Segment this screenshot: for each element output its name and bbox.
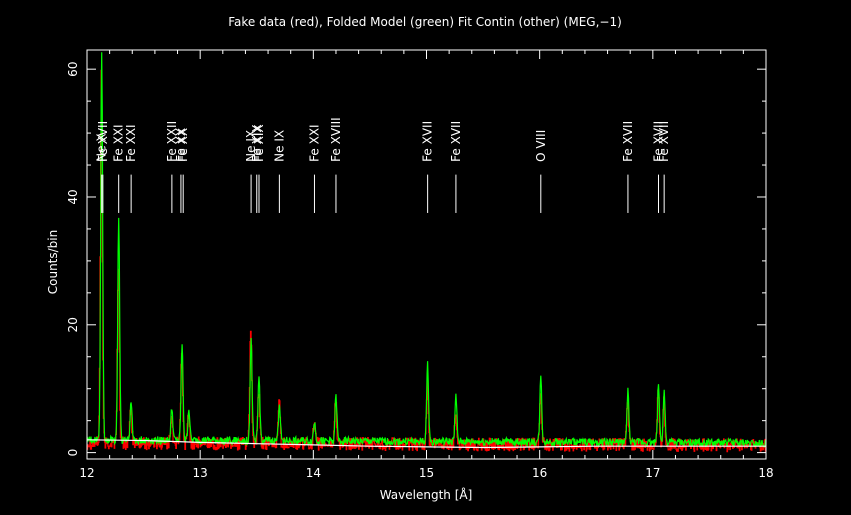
line-id-label: Fe XIX	[252, 124, 266, 161]
line-id-label: Fe XX	[176, 128, 190, 162]
y-axis-label: Counts/bin	[46, 230, 60, 295]
y-tick-label: 60	[66, 62, 80, 77]
y-tick-label: 0	[66, 449, 80, 457]
x-axis-label: Wavelength [Å]	[380, 487, 473, 502]
x-tick-label: 15	[419, 466, 434, 480]
x-tick-label: 18	[758, 466, 773, 480]
x-tick-label: 14	[306, 466, 321, 480]
line-id-label: Fe XVII	[449, 121, 463, 162]
line-id-label: Fe XVII	[96, 121, 110, 162]
x-tick-label: 17	[645, 466, 660, 480]
spectrum-chart: Fake data (red), Folded Model (green) Fi…	[0, 0, 851, 511]
line-id-label: Fe XVII	[621, 121, 635, 162]
x-tick-label: 16	[532, 466, 547, 480]
x-tick-label: 13	[193, 466, 208, 480]
line-id-label: Fe XVII	[421, 121, 435, 162]
line-id-label: Fe XVII	[657, 121, 671, 162]
line-id-label: Fe XXI	[124, 124, 138, 161]
y-tick-label: 20	[66, 317, 80, 332]
x-tick-label: 12	[79, 466, 94, 480]
line-id-label: Ne IX	[272, 130, 286, 162]
chart-title: Fake data (red), Folded Model (green) Fi…	[228, 15, 622, 29]
line-id-label: O VIII	[534, 130, 548, 162]
line-id-label: Fe XVIII	[329, 117, 343, 162]
y-tick-label: 40	[66, 189, 80, 204]
line-id-label: Fe XXI	[307, 124, 321, 161]
